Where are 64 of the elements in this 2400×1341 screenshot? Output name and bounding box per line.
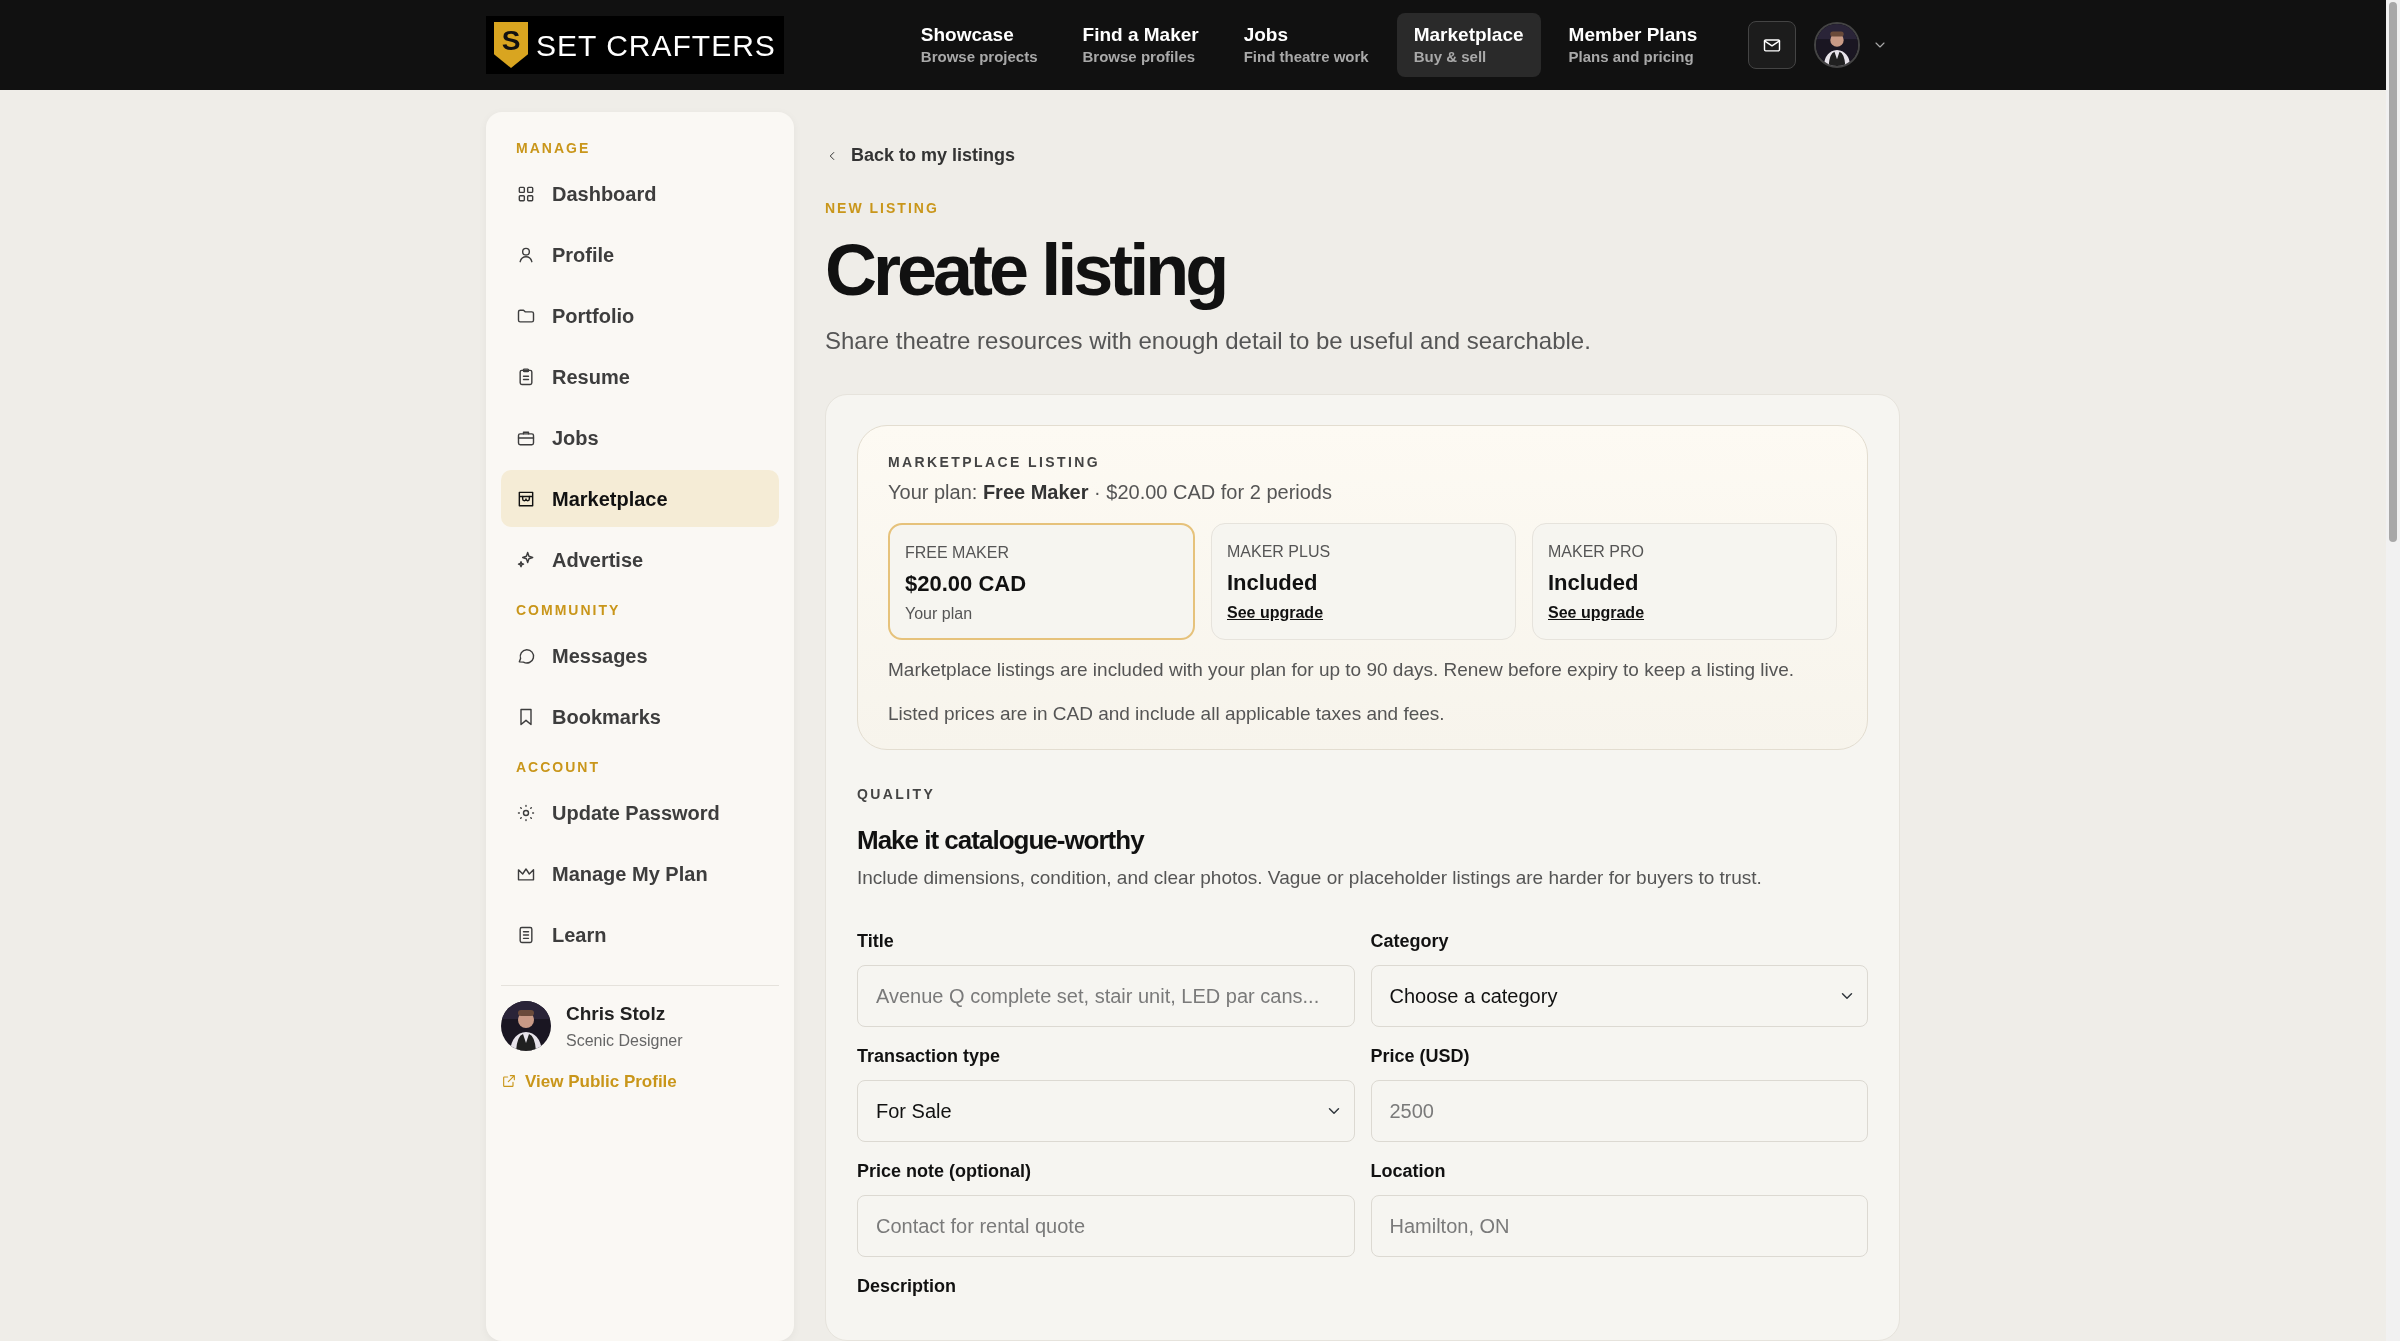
sidebar-item[interactable]: Profile [501,226,779,283]
field-label: Transaction type [857,1045,1001,1069]
field-label: Price (USD) [1370,1045,1470,1069]
nav-item[interactable]: Marketplace Buy & sell [1396,12,1541,78]
plan-price: Included [1227,568,1319,597]
nav-item[interactable]: Member Plans Plans and pricing [1551,12,1715,78]
document-icon [516,924,536,945]
sparkle-icon [516,549,536,570]
field-label: Location [1370,1160,1446,1184]
info-text: Listed prices are in CAD and include all applicable taxes and fees. [888,702,1446,727]
scrollbar[interactable] [2386,0,2400,1341]
back-link[interactable]: Back to my listings [825,142,1016,169]
nav-item[interactable]: Showcase Browse projects [903,12,1055,78]
info-text: Marketplace listings are included with your plan for up to 90 days. Renew before expiry to keep a listing live. [888,657,1796,682]
page-title: Create listing [825,228,1227,312]
section-heading: ACCOUNT [515,758,601,777]
section-heading: MANAGE [515,139,592,158]
plan-name: FREE MAKER [905,542,1010,563]
input-field[interactable]: Avenue Q complete set, stair unit, LED par cans... [857,965,1355,1028]
external-link-icon [501,1073,517,1090]
upgrade-link[interactable]: See upgrade [1227,603,1324,621]
input-field[interactable]: Hamilton, ON [1370,1195,1868,1258]
field-label: Price note (optional) [857,1160,1031,1184]
field-label: Description [857,1275,957,1299]
sidebar-item[interactable]: Learn [501,906,779,963]
sun-icon [516,802,536,823]
sidebar-item[interactable]: Resume [501,348,779,405]
plan-summary: Your plan: Free Maker · $20.00 CAD for 2 periods [888,479,1333,505]
select-field[interactable]: For Sale [857,1080,1355,1143]
plan-note: Your plan [905,603,974,624]
field-label: Category [1370,930,1449,954]
input-field[interactable]: Contact for rental quote [857,1195,1355,1258]
clipboard-icon [516,366,536,387]
page-subtitle: Share theatre resources with enough detail to be useful and searchable. [825,325,1592,356]
nav-item[interactable]: Find a Maker Browse profiles [1065,12,1216,78]
section-eyebrow: MARKETPLACE LISTING [888,452,1102,472]
section-eyebrow: QUALITY [857,784,937,804]
sidebar-item[interactable]: Portfolio [501,287,779,344]
sidebar-item[interactable]: Bookmarks [501,688,779,745]
logo-mark: S [494,22,528,68]
sidebar-item[interactable]: Update Password [501,784,779,841]
select-field[interactable]: Choose a category [1370,965,1868,1028]
profile-role: Scenic Designer [566,1030,683,1051]
upgrade-link[interactable]: See upgrade [1548,603,1645,621]
mail-button[interactable] [1748,21,1796,69]
plan-price: Included [1548,568,1640,597]
sidebar-item[interactable]: Advertise [501,531,779,588]
plan-name: MAKER PLUS [1227,541,1332,562]
eyebrow: NEW LISTING [825,198,940,218]
sidebar-item[interactable]: Messages [501,627,779,684]
field-label: Title [857,930,894,954]
section-heading: COMMUNITY [515,601,622,620]
plan-price: $20.00 CAD [905,569,1028,598]
section-text: Include dimensions, condition, and clear photos. Vague or placeholder listings are harder for buyers to trust. [857,865,1763,890]
plan-name: MAKER PRO [1548,541,1645,562]
nav-item[interactable]: Jobs Find theatre work [1226,12,1386,78]
profile-name: Chris Stolz [566,1002,667,1026]
logo-text: SET CRAFTERS [536,27,776,64]
section-heading: Make it catalogue-worthy [857,823,1146,857]
sidebar-item[interactable]: Marketplace [501,470,779,527]
input-field[interactable]: 2500 [1370,1080,1868,1143]
sidebar-item[interactable]: Manage My Plan [501,845,779,902]
sidebar-item[interactable]: Jobs [501,409,779,466]
sidebar-item[interactable]: Dashboard [501,165,779,222]
